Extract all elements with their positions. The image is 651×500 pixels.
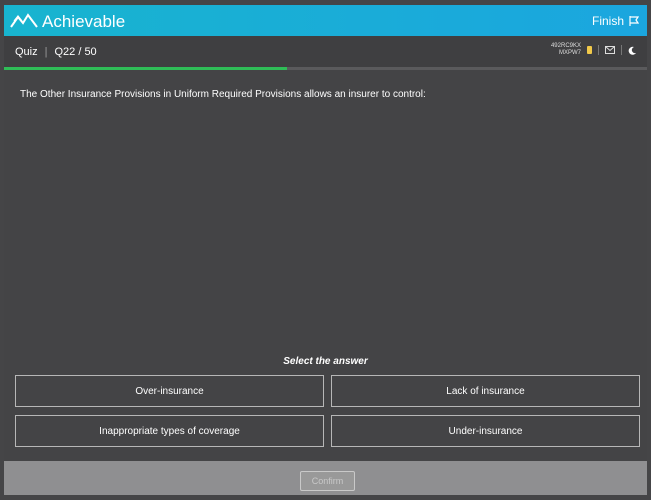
coin-icon	[587, 46, 592, 54]
answer-option[interactable]: Inappropriate types of coverage	[15, 415, 324, 447]
question-counter: Q22 / 50	[54, 46, 97, 58]
breadcrumb: Quiz | Q22 / 50	[15, 46, 97, 58]
app-title: Achievable	[42, 12, 126, 31]
breadcrumb-quiz[interactable]: Quiz	[15, 46, 38, 58]
breadcrumb-separator: |	[44, 46, 48, 58]
quiz-window: Achievable Finish Quiz | Q22 / 50 492RC9…	[4, 5, 647, 495]
finish-label: Finish	[591, 14, 624, 28]
header-bar: Achievable Finish	[4, 5, 647, 36]
session-code-line2: MXPW7	[558, 50, 581, 56]
flag-icon	[629, 16, 639, 26]
answer-option[interactable]: Over-insurance	[15, 375, 324, 407]
moon-icon[interactable]	[628, 46, 637, 55]
answer-prompt: Select the answer	[283, 356, 368, 367]
mountain-logo-icon	[10, 13, 38, 28]
question-text: The Other Insurance Provisions in Unifor…	[20, 89, 426, 100]
footer-bar: Confirm	[4, 461, 647, 495]
progress-bar	[4, 67, 647, 70]
confirm-button[interactable]: Confirm	[300, 471, 355, 491]
toolbar-separator	[621, 45, 622, 55]
session-code: 492RC9KX MXPW7	[551, 43, 581, 57]
toolbar-actions: 492RC9KX MXPW7	[551, 43, 637, 57]
answer-option[interactable]: Under-insurance	[331, 415, 640, 447]
session-code-line1: 492RC9KX	[550, 43, 581, 49]
quiz-toolbar: Quiz | Q22 / 50 492RC9KX MXPW7	[4, 36, 647, 69]
toolbar-separator	[598, 45, 599, 55]
answer-option[interactable]: Lack of insurance	[331, 375, 640, 407]
progress-fill	[4, 67, 287, 70]
finish-button[interactable]: Finish	[592, 14, 639, 28]
mail-icon[interactable]	[605, 46, 615, 54]
